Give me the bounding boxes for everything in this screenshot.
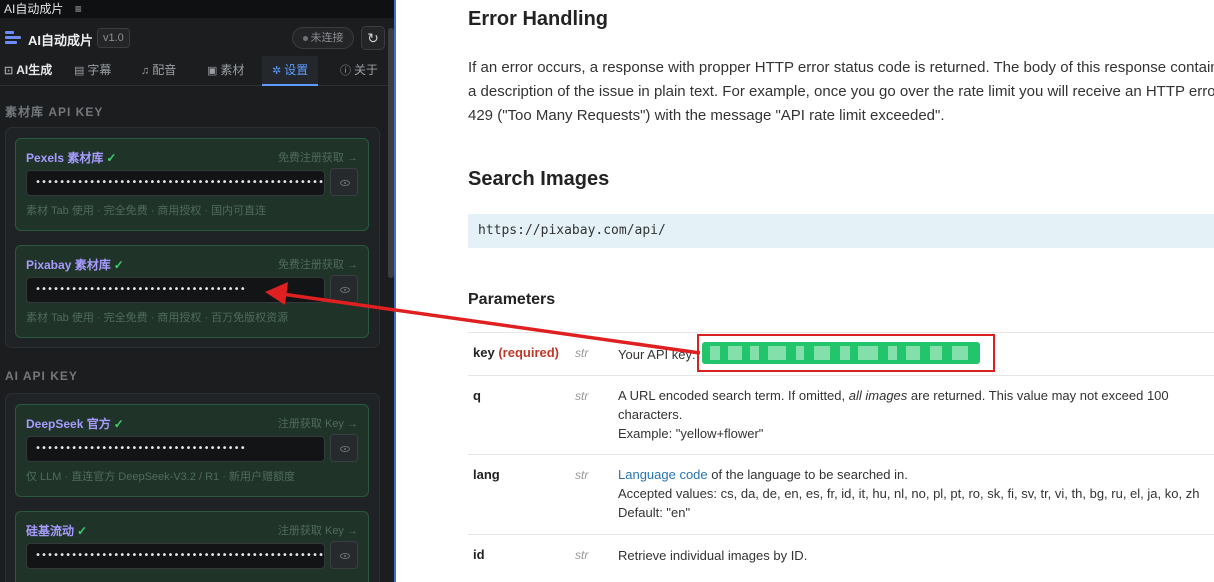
- card-title: Pexels 素材库 ✓: [26, 151, 117, 165]
- app-header: AI自动成片 v1.0 未连接 ↻: [0, 22, 396, 54]
- param-type: str: [575, 389, 589, 403]
- param-row-lang: lang str Language code of the language t…: [468, 454, 1214, 534]
- param-name: q: [473, 388, 481, 403]
- param-type: str: [575, 468, 589, 482]
- window-title: AI自动成片: [4, 2, 64, 16]
- connection-status-label: 未连接: [310, 32, 344, 44]
- check-icon: ✓: [113, 258, 124, 272]
- menu-icon[interactable]: ≡: [75, 2, 82, 16]
- toggle-visibility-button[interactable]: [330, 168, 358, 196]
- check-icon: ✓: [106, 151, 117, 165]
- error-handling-text: If an error occurs, a response with prop…: [468, 59, 1214, 124]
- tab-label: 素材: [220, 63, 245, 77]
- tab-subtitles[interactable]: ▤ 字幕: [74, 56, 111, 86]
- param-description: A URL encoded search term. If omitted, a…: [618, 388, 1169, 441]
- endpoint-url[interactable]: https://pixabay.com/api/: [468, 214, 1214, 248]
- eye-icon: [340, 553, 350, 559]
- tab-ai-generate[interactable]: ⊡ AI生成: [4, 56, 52, 86]
- tab-label: 配音: [152, 63, 177, 77]
- register-link[interactable]: 注册获取 Key →: [278, 415, 358, 431]
- window-titlebar: AI自动成片 ≡: [0, 0, 396, 18]
- api-documentation: Error Handling If an error occurs, a res…: [396, 0, 1214, 582]
- param-description: Retrieve individual images by ID.: [618, 548, 808, 563]
- language-code-link[interactable]: Language code: [618, 467, 708, 482]
- heading-search-images: Search Images: [468, 168, 610, 190]
- register-link[interactable]: 注册获取 Key →: [278, 522, 358, 538]
- register-link[interactable]: 免费注册获取 →: [278, 149, 358, 165]
- card-description: 仅 LLM · 直连官方 DeepSeek-V3.2 / R1 · 新用户赠额度: [26, 471, 295, 483]
- param-row-q: q str A URL encoded search term. If omit…: [468, 375, 1214, 454]
- image-icon: ▣: [207, 65, 218, 77]
- heading-error-handling: Error Handling: [468, 8, 609, 30]
- required-label: (required): [498, 345, 559, 360]
- param-name: key (required): [473, 345, 559, 360]
- card-title: DeepSeek 官方 ✓: [26, 417, 124, 431]
- settings-panel: AI自动成片 ≡ AI自动成片 v1.0 未连接 ↻ ⊡ AI生成 ▤ 字幕 ♫ 配音…: [0, 0, 396, 582]
- eye-icon: [340, 180, 350, 186]
- eye-icon: [340, 287, 350, 293]
- status-dot-icon: [302, 35, 308, 41]
- card-description: 素材 Tab 使用 · 完全免费 · 商用授权 · 百万免版权资源: [26, 312, 289, 324]
- card-description: 素材 Tab 使用 · 完全免费 · 商用授权 · 国内可直连: [26, 205, 267, 217]
- param-type: str: [575, 548, 589, 562]
- ai-icon: ⊡: [4, 65, 14, 77]
- tab-materials[interactable]: ▣ 素材: [207, 56, 244, 86]
- card-siliconflow: 硅基流动 ✓ 注册获取 Key → •••••••••••••••••••••••…: [15, 511, 369, 582]
- app-name: AI自动成片: [28, 33, 94, 48]
- subtitle-icon: ▤: [74, 65, 85, 77]
- gear-icon: ✲: [272, 65, 282, 77]
- pixabay-api-key-input[interactable]: •••••••••••••••••••••••••••••••••••: [26, 277, 325, 303]
- tab-label: AI生成: [16, 63, 53, 77]
- param-description: Language code of the language to be sear…: [618, 467, 1200, 520]
- section-title-ai-api: AI API KEY: [5, 369, 78, 383]
- tab-about[interactable]: ⓘ 关于: [340, 56, 378, 86]
- refresh-button[interactable]: ↻: [361, 26, 385, 50]
- heading-parameters: Parameters: [468, 291, 556, 308]
- param-row-id: id str Retrieve individual images by ID.: [468, 534, 1214, 582]
- tab-label: 设置: [284, 63, 309, 77]
- highlight-box: [697, 334, 995, 372]
- version-badge: v1.0: [97, 28, 130, 48]
- card-title: 硅基流动 ✓: [26, 524, 88, 538]
- eye-icon: [340, 446, 350, 452]
- toggle-visibility-button[interactable]: [330, 434, 358, 462]
- tab-settings[interactable]: ✲ 设置: [262, 56, 319, 86]
- check-icon: ✓: [113, 417, 124, 431]
- toggle-visibility-button[interactable]: [330, 541, 358, 569]
- connection-status[interactable]: 未连接: [292, 27, 354, 49]
- pexels-api-key-input[interactable]: ••••••••••••••••••••••••••••••••••••••••…: [26, 170, 325, 196]
- music-note-icon: ♫: [141, 65, 150, 77]
- tab-bar: ⊡ AI生成 ▤ 字幕 ♫ 配音 ▣ 素材 ✲ 设置 ⓘ 关于: [0, 56, 396, 86]
- card-deepseek: DeepSeek 官方 ✓ 注册获取 Key → ••••••••••••••••…: [15, 404, 369, 497]
- param-name: lang: [473, 467, 500, 482]
- tab-voiceover[interactable]: ♫ 配音: [141, 56, 176, 86]
- siliconflow-api-key-input[interactable]: ••••••••••••••••••••••••••••••••••••••••…: [26, 543, 325, 569]
- deepseek-api-key-input[interactable]: •••••••••••••••••••••••••••••••••••: [26, 436, 325, 462]
- card-pexels: Pexels 素材库 ✓ 免费注册获取 → •••••••••••••••••••…: [15, 138, 369, 231]
- card-pixabay: Pixabay 素材库 ✓ 免费注册获取 → ••••••••••••••••••…: [15, 245, 369, 338]
- param-name: id: [473, 547, 485, 562]
- tab-label: 字幕: [87, 63, 112, 77]
- section-title-material-api: 素材库 API KEY: [5, 105, 104, 119]
- toggle-visibility-button[interactable]: [330, 275, 358, 303]
- app-logo-icon: [5, 31, 21, 45]
- check-icon: ✓: [77, 524, 88, 538]
- info-icon: ⓘ: [340, 65, 351, 77]
- param-type: str: [575, 346, 589, 360]
- tab-label: 关于: [354, 63, 379, 77]
- card-title: Pixabay 素材库 ✓: [26, 258, 124, 272]
- register-link[interactable]: 免费注册获取 →: [278, 256, 358, 272]
